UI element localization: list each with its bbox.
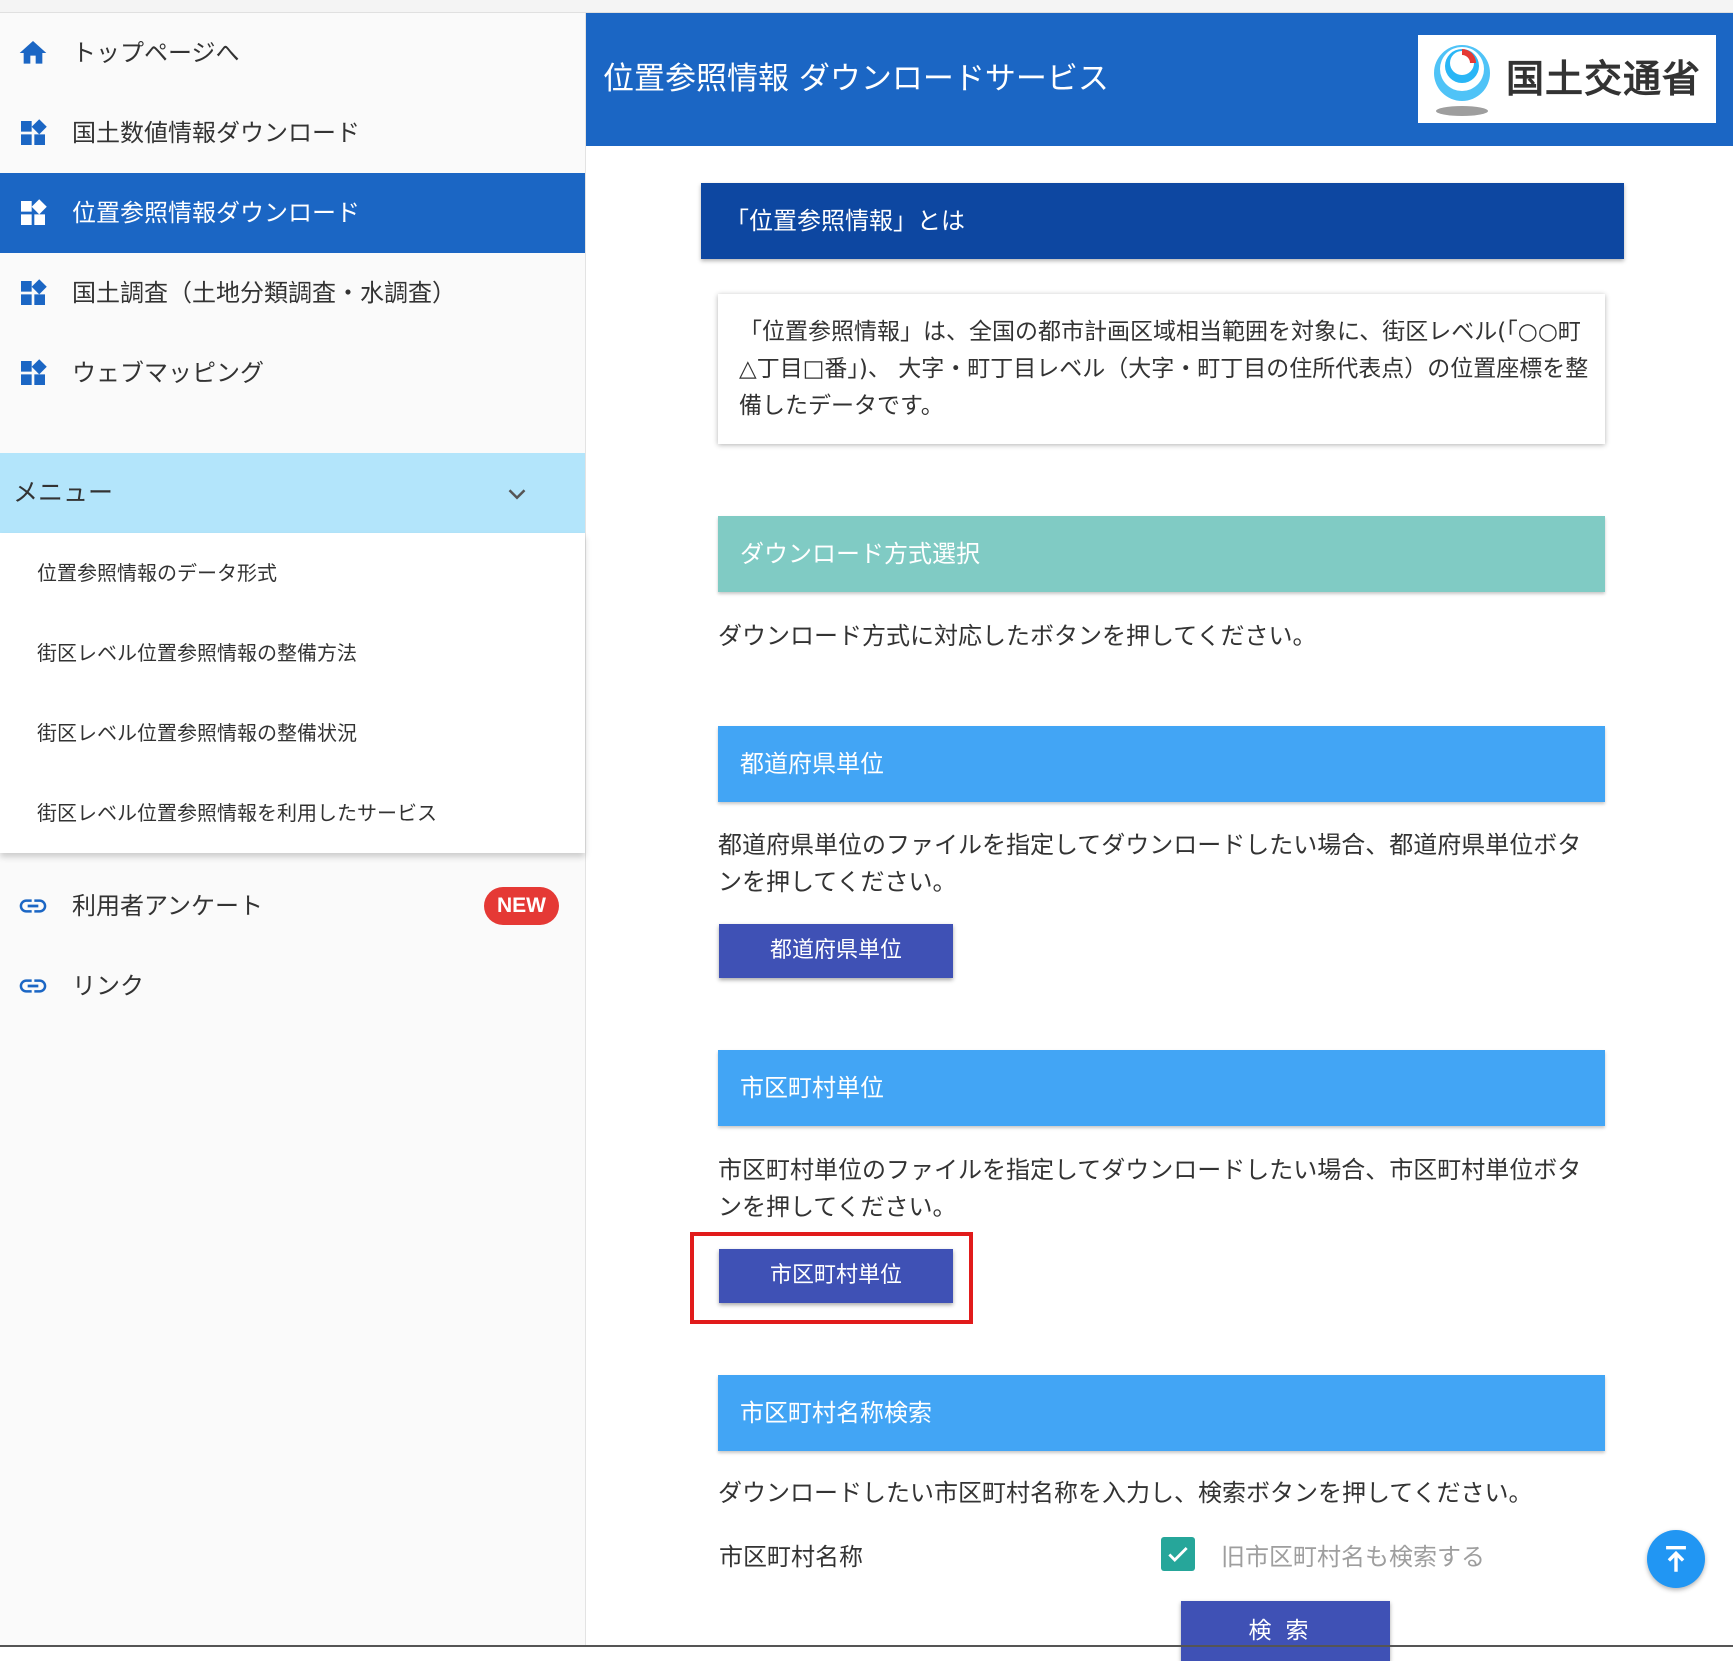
prefecture-description: 都道府県単位のファイルを指定してダウンロードしたい場合、都道府県単位ボタンを押し…: [718, 831, 1582, 896]
old-name-checkbox[interactable]: [1161, 1537, 1195, 1571]
sidebar-item-label: ウェブマッピング: [72, 359, 264, 387]
sidebar: トップページへ 国土数値情報ダウンロード 位置参照情報ダウンロード 国土調査（土…: [0, 13, 586, 1647]
menu-label: メニュー: [13, 478, 114, 507]
prefecture-heading: 都道府県単位: [718, 726, 1605, 802]
sidebar-item-location-reference-download[interactable]: 位置参照情報ダウンロード: [0, 173, 585, 253]
browser-top-strip: [0, 0, 1733, 13]
about-heading-text: 「位置参照情報」とは: [725, 207, 965, 235]
menu-accordion-header[interactable]: メニュー: [0, 453, 585, 533]
scroll-to-top-icon: [1666, 1545, 1686, 1572]
widgets-icon: [21, 119, 47, 145]
submenu-item-label: 街区レベル位置参照情報を利用したサービス: [37, 801, 437, 825]
municipality-button[interactable]: 市区町村単位: [719, 1249, 953, 1303]
sidebar-item-label: 利用者アンケート: [72, 892, 264, 920]
name-search-heading-text: 市区町村名称検索: [740, 1399, 932, 1427]
mlit-logo[interactable]: 国土交通省: [1418, 35, 1716, 123]
submenu-item-label: 街区レベル位置参照情報の整備方法: [37, 641, 357, 665]
municipality-name-label: 市区町村名称: [719, 1543, 863, 1571]
submenu-item-data-format[interactable]: 位置参照情報のデータ形式: [0, 533, 585, 613]
link-icon: [19, 899, 47, 913]
about-heading: 「位置参照情報」とは: [701, 183, 1624, 259]
sidebar-item-label: トップページへ: [72, 39, 240, 67]
method-description: ダウンロード方式に対応したボタンを押してください。: [718, 622, 1317, 650]
about-card: 「位置参照情報」は、全国の都市計画区域相当範囲を対象に、街区レベル(「○○町△丁…: [718, 294, 1605, 444]
municipality-heading-text: 市区町村単位: [740, 1074, 884, 1102]
submenu-item-label: 位置参照情報のデータ形式: [37, 561, 277, 585]
sidebar-item-land-survey[interactable]: 国土調査（土地分類調査・水調査）: [0, 253, 585, 333]
sidebar-item-label: 位置参照情報ダウンロード: [72, 199, 360, 227]
method-heading: ダウンロード方式選択: [718, 516, 1605, 592]
widgets-icon: [21, 199, 47, 225]
name-search-heading: 市区町村名称検索: [718, 1375, 1605, 1451]
check-icon: [1168, 1547, 1188, 1562]
home-icon: [19, 41, 47, 64]
page-title: 位置参照情報 ダウンロードサービス: [603, 61, 1109, 97]
submenu-item-maintenance-method[interactable]: 街区レベル位置参照情報の整備方法: [0, 613, 585, 693]
search-button[interactable]: 検索: [1181, 1601, 1390, 1661]
widgets-icon: [21, 359, 47, 385]
submenu-item-maintenance-status[interactable]: 街区レベル位置参照情報の整備状況: [0, 693, 585, 773]
method-heading-text: ダウンロード方式選択: [740, 540, 980, 568]
name-search-description: ダウンロードしたい市区町村名称を入力し、検索ボタンを押してください。: [718, 1479, 1533, 1507]
sidebar-item-web-mapping[interactable]: ウェブマッピング: [0, 333, 585, 413]
about-body: 「位置参照情報」は、全国の都市計画区域相当範囲を対象に、街区レベル(「○○町△丁…: [739, 319, 1589, 419]
chevron-down-icon: [508, 489, 526, 500]
link-icon: [19, 979, 47, 993]
scroll-to-top-button[interactable]: [1647, 1530, 1705, 1588]
new-badge: NEW: [484, 887, 559, 925]
municipality-description: 市区町村単位のファイルを指定してダウンロードしたい場合、市区町村単位ボタンを押し…: [718, 1156, 1582, 1221]
widgets-icon: [21, 279, 47, 305]
prefecture-heading-text: 都道府県単位: [740, 750, 884, 778]
logo-text: 国土交通省: [1506, 56, 1702, 101]
sidebar-item-top-page[interactable]: トップページへ: [0, 13, 585, 93]
sidebar-item-label: リンク: [72, 972, 144, 1000]
sidebar-item-label: 国土数値情報ダウンロード: [72, 119, 360, 147]
menu-submenu: 位置参照情報のデータ形式 街区レベル位置参照情報の整備方法 街区レベル位置参照情…: [0, 533, 585, 853]
submenu-item-services[interactable]: 街区レベル位置参照情報を利用したサービス: [0, 773, 585, 853]
sidebar-item-national-land-download[interactable]: 国土数値情報ダウンロード: [0, 93, 585, 173]
mlit-emblem-icon: [1434, 45, 1490, 116]
prefecture-button[interactable]: 都道府県単位: [719, 924, 953, 978]
sidebar-item-label: 国土調査（土地分類調査・水調査）: [72, 279, 456, 307]
sidebar-item-links[interactable]: リンク: [0, 946, 585, 1026]
old-name-checkbox-label[interactable]: 旧市区町村名も検索する: [1221, 1537, 1485, 1577]
municipality-heading: 市区町村単位: [718, 1050, 1605, 1126]
submenu-item-label: 街区レベル位置参照情報の整備状況: [37, 721, 357, 745]
